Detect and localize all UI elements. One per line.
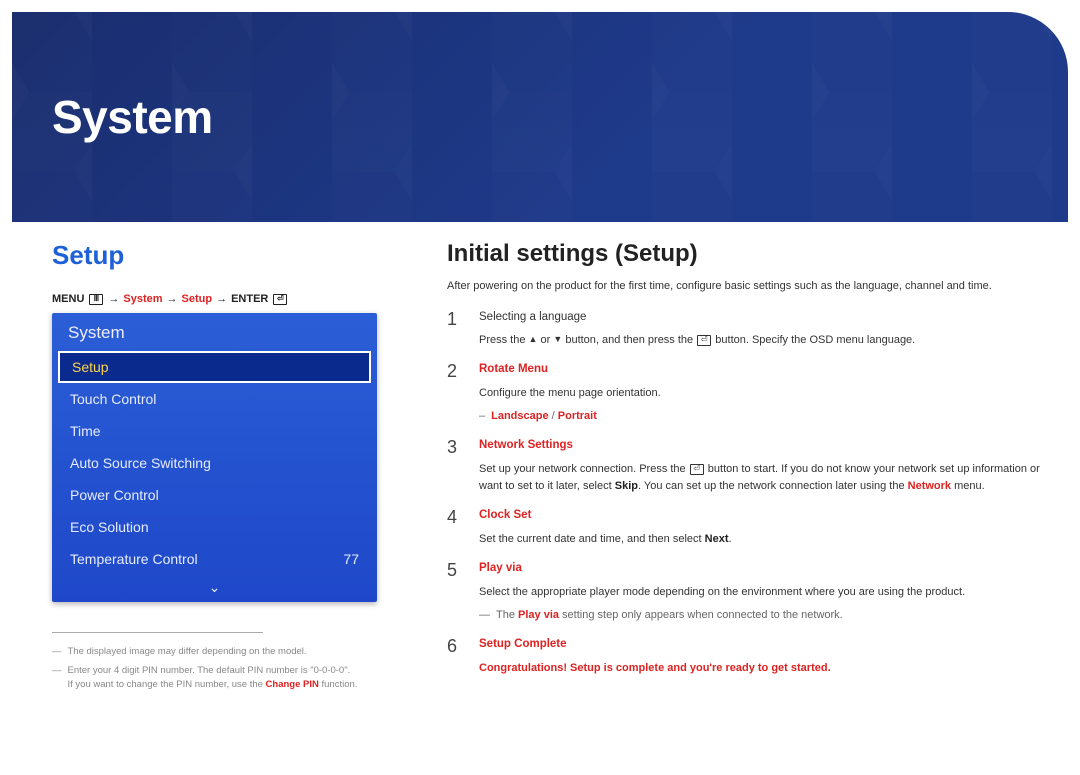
menu-item-value: 77 [343,551,359,567]
step-number: 1 [447,309,465,350]
step-title: Network Settings [479,437,1040,455]
intro-text: After powering on the product for the fi… [447,278,1040,295]
enter-icon: ⏎ [697,335,711,346]
footnote-1: The displayed image may differ depending… [68,645,307,658]
step-1: 1 Selecting a language Press the ▲ or ▼ … [447,309,1040,350]
breadcrumb-enter-label: ENTER [231,293,268,305]
breadcrumb-menu-label: MENU [52,293,84,305]
section-title-setup: Setup [52,240,377,271]
step-body: Press the ▲ or ▼ button, and then press … [479,332,1040,349]
step-title: Play via [479,560,1040,578]
down-arrow-icon: ▼ [553,334,562,344]
section-title-initial-settings: Initial settings (Setup) [447,240,1040,268]
step-title: Clock Set [479,507,1040,525]
footnote-2: Enter your 4 digit PIN number. The defau… [68,664,358,691]
step-title: Setup Complete [479,636,1040,654]
menu-scroll-down[interactable]: ⌄ [52,575,377,602]
step-title: Selecting a language [479,309,1040,327]
menu-item-power-control[interactable]: Power Control [52,479,377,511]
menu-item-touch-control[interactable]: Touch Control [52,383,377,415]
footnotes: ― The displayed image may differ dependi… [52,645,377,691]
breadcrumb-system: System [123,293,162,305]
breadcrumb-arrow: → [216,293,227,305]
menu-item-label: Auto Source Switching [70,455,211,471]
footnote-2b-suffix: function. [319,679,358,690]
menu-panel-title: System [52,313,377,351]
step-body: Congratulations! Setup is complete and y… [479,660,1040,677]
option-portrait: Portrait [558,410,597,422]
step-number: 4 [447,507,465,548]
option-landscape: Landscape [491,410,548,422]
menu-item-label: Time [70,423,101,439]
step-5: 5 Play via Select the appropriate player… [447,560,1040,624]
breadcrumb-setup: Setup [182,293,213,305]
menu-item-auto-source-switching[interactable]: Auto Source Switching [52,447,377,479]
enter-icon: ⏎ [273,294,287,305]
menu-item-eco-solution[interactable]: Eco Solution [52,511,377,543]
play-via-label: Play via [518,609,559,621]
menu-item-label: Touch Control [70,391,156,407]
list-dash: ― [479,607,490,624]
step-number: 5 [447,560,465,624]
breadcrumb: MENU Ⅲ → System → Setup → ENTER ⏎ [52,293,377,305]
menu-item-temperature-control[interactable]: Temperature Control 77 [52,543,377,575]
breadcrumb-arrow: → [108,293,119,305]
step-number: 6 [447,636,465,677]
system-menu-panel: System Setup Touch Control Time Auto Sou… [52,313,377,602]
menu-item-setup[interactable]: Setup [58,351,371,383]
footnote-change-pin: Change PIN [266,679,319,690]
step-3: 3 Network Settings Set up your network c… [447,437,1040,495]
step-number: 2 [447,361,465,425]
step-4: 4 Clock Set Set the current date and tim… [447,507,1040,548]
step-body: Set up your network connection. Press th… [479,461,1040,495]
footnote-2a: Enter your 4 digit PIN number. The defau… [68,665,351,676]
step-6: 6 Setup Complete Congratulations! Setup … [447,636,1040,677]
menu-item-label: Eco Solution [70,519,149,535]
network-label: Network [908,480,951,492]
next-label: Next [705,533,729,545]
footnote-dash: ― [52,645,62,658]
step-body: Set the current date and time, and then … [479,531,1040,548]
menu-icon: Ⅲ [89,294,103,305]
page-banner: System [12,12,1068,222]
chevron-down-icon: ⌄ [209,579,221,595]
skip-label: Skip [615,480,638,492]
step-body: Configure the menu page orientation. [479,385,1040,402]
step-title: Rotate Menu [479,361,1040,379]
footnote-2b-prefix: If you want to change the PIN number, us… [68,679,266,690]
menu-item-label: Temperature Control [70,551,198,567]
banner-pattern [12,12,1068,222]
breadcrumb-arrow: → [167,293,178,305]
enter-icon: ⏎ [690,464,704,475]
footnote-dash: ― [52,664,62,691]
step-note: The Play via setting step only appears w… [496,607,843,624]
menu-item-time[interactable]: Time [52,415,377,447]
step-body: Select the appropriate player mode depen… [479,584,1040,601]
menu-item-label: Power Control [70,487,159,503]
menu-item-label: Setup [72,359,109,375]
step-number: 3 [447,437,465,495]
footnote-divider [52,632,263,633]
step-2: 2 Rotate Menu Configure the menu page or… [447,361,1040,425]
list-dash: – [479,408,485,425]
